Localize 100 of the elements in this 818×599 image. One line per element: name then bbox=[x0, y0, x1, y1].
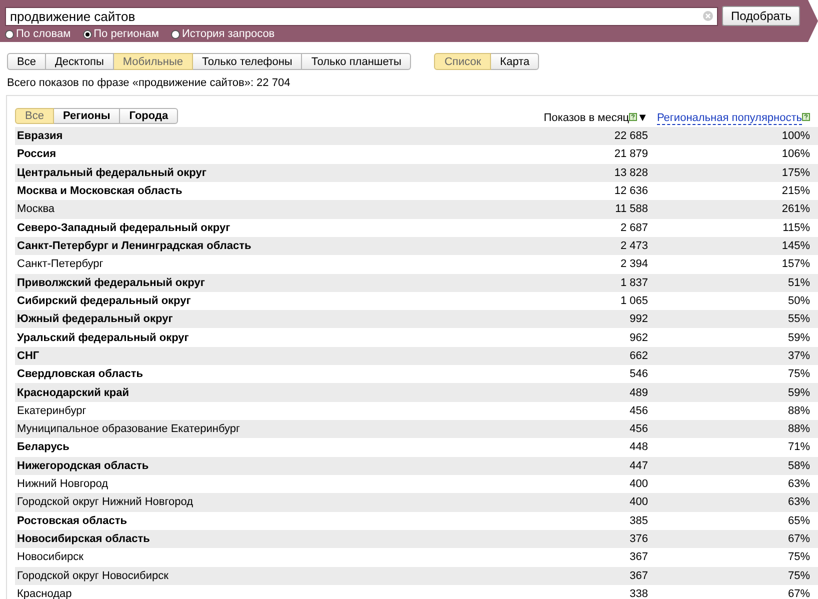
popularity-cell-text: 59% bbox=[786, 386, 811, 399]
column-header-link[interactable]: Региональная популярность bbox=[656, 112, 802, 125]
pick-button[interactable]: Подобрать bbox=[722, 6, 800, 26]
shows-cell-text: 400 bbox=[628, 496, 649, 508]
tab[interactable]: Все bbox=[7, 53, 46, 70]
tab[interactable]: Карта bbox=[491, 53, 540, 70]
shows-cell-text: 338 bbox=[628, 588, 649, 599]
region-name: Краснодарский край bbox=[17, 386, 130, 399]
popularity-cell-text: 55% bbox=[786, 313, 811, 326]
popularity-cell-text: 71% bbox=[786, 441, 811, 454]
shows-cell-text: 13 828 bbox=[613, 166, 649, 179]
popularity-cell-text: 215% bbox=[780, 185, 811, 198]
region-name: Евразия bbox=[17, 130, 64, 142]
shows-cell-text: 2 394 bbox=[619, 258, 649, 270]
region-name: Южный федеральный округ bbox=[17, 313, 174, 326]
region-name: Россия bbox=[17, 148, 58, 160]
shows-cell-text: 1 065 bbox=[619, 294, 649, 307]
region-name: Сибирский федеральный округ bbox=[17, 294, 192, 307]
popularity-cell-text: 58% bbox=[786, 460, 811, 472]
popularity-cell-text: 67% bbox=[786, 588, 811, 599]
popularity-cell-text: 175% bbox=[780, 166, 811, 179]
shows-cell-text: 546 bbox=[628, 368, 649, 380]
region-name: Санкт-Петербург bbox=[17, 258, 104, 270]
region-name: Городской округ Новосибирск bbox=[17, 570, 170, 582]
shows-cell-text: 11 588 bbox=[614, 203, 649, 216]
region-name: Москва и Московская область bbox=[17, 185, 184, 198]
popularity-cell-text: 67% bbox=[786, 533, 811, 546]
shows-cell-text: 12 636 bbox=[613, 185, 649, 198]
popularity-cell-text: 75% bbox=[786, 551, 811, 564]
tab[interactable]: Города bbox=[120, 108, 178, 124]
region-name: Северо-Западный федеральный округ bbox=[17, 222, 232, 234]
region-name: Нижний Новгород bbox=[17, 478, 110, 490]
region-name: Муниципальное образование Екатеринбург bbox=[17, 423, 242, 436]
popularity-cell-text: 115% bbox=[782, 222, 811, 234]
radio-button[interactable] bbox=[5, 30, 14, 38]
sort-indicator[interactable]: ▼ bbox=[637, 112, 648, 124]
popularity-cell-text: 63% bbox=[786, 478, 811, 490]
popularity-cell-text: 65% bbox=[786, 514, 811, 527]
radio-label[interactable]: По словам bbox=[16, 28, 71, 40]
region-name: Нижегородская область bbox=[17, 460, 150, 472]
tab[interactable]: Десктопы bbox=[46, 53, 114, 70]
tab[interactable]: Регионы bbox=[54, 108, 120, 124]
shows-cell-text: 367 bbox=[628, 551, 649, 564]
shows-cell-text: 962 bbox=[628, 332, 649, 344]
shows-cell-text: 1 837 bbox=[619, 276, 649, 289]
shows-cell-text: 447 bbox=[628, 460, 649, 472]
shows-cell-text: 22 685 bbox=[613, 130, 649, 142]
shows-cell-text: 385 bbox=[628, 514, 649, 527]
region-name: Центральный федеральный округ bbox=[17, 166, 208, 179]
region-name: Санкт-Петербург и Ленинградская область bbox=[17, 240, 252, 252]
popularity-cell-text: 75% bbox=[786, 368, 811, 380]
popularity-cell-text: 75% bbox=[786, 570, 811, 582]
region-name: СНГ bbox=[17, 350, 40, 362]
region-name: Новосибирская область bbox=[17, 533, 151, 546]
region-name: Свердловская область bbox=[17, 368, 144, 380]
shows-cell-text: 456 bbox=[628, 404, 649, 417]
shows-cell-text: 662 bbox=[628, 350, 649, 362]
help-icon[interactable] bbox=[629, 113, 638, 121]
shows-cell-text: 448 bbox=[628, 441, 649, 454]
shows-cell-text: 456 bbox=[628, 423, 649, 436]
popularity-cell-text: 261% bbox=[780, 203, 811, 216]
popularity-cell-text: 88% bbox=[786, 423, 811, 436]
region-name: Москва bbox=[17, 203, 56, 216]
region-name: Городской округ Нижний Новгород bbox=[17, 496, 194, 508]
region-name: Новосибирск bbox=[17, 551, 84, 564]
shows-cell-text: 489 bbox=[628, 386, 649, 399]
tab[interactable]: Мобильные bbox=[114, 53, 193, 70]
radio-button[interactable] bbox=[82, 30, 92, 38]
region-name: Ростовская область bbox=[17, 514, 128, 527]
shows-cell-text: 992 bbox=[628, 313, 649, 326]
tab[interactable]: Все bbox=[15, 108, 54, 124]
popularity-cell-text: 63% bbox=[786, 496, 811, 508]
shows-cell-text: 2 473 bbox=[619, 240, 649, 252]
popularity-cell-text: 100% bbox=[780, 130, 811, 142]
region-name: Приволжский федеральный округ bbox=[17, 276, 206, 289]
shows-cell-text: 21 879 bbox=[613, 148, 649, 160]
tab[interactable]: Список bbox=[434, 53, 492, 70]
popularity-cell-text: 145% bbox=[780, 240, 811, 252]
shows-cell-text: 400 bbox=[628, 478, 649, 490]
help-icon[interactable] bbox=[802, 113, 810, 121]
column-header[interactable]: Показов в месяц bbox=[544, 112, 630, 124]
region-name: Беларусь bbox=[17, 441, 70, 454]
popularity-cell-text: 106% bbox=[780, 148, 811, 160]
region-name: Уральский федеральный округ bbox=[17, 332, 190, 344]
radio-label[interactable]: История запросов bbox=[182, 28, 275, 40]
radio-button[interactable] bbox=[171, 30, 180, 38]
popularity-cell-text: 88% bbox=[786, 404, 811, 417]
popularity-cell-text: 157% bbox=[780, 258, 811, 270]
tab[interactable]: Только планшеты bbox=[302, 53, 412, 70]
popularity-cell-text: 51% bbox=[786, 276, 811, 289]
region-name: Краснодар bbox=[17, 588, 73, 599]
search-field[interactable]: продвижение сайтов bbox=[5, 6, 718, 26]
region-name: Екатеринбург bbox=[17, 404, 88, 417]
shows-cell-text: 367 bbox=[628, 570, 649, 582]
shows-cell-text: 376 bbox=[628, 533, 649, 546]
tab[interactable]: Только телефоны bbox=[192, 53, 302, 70]
popularity-cell-text: 37% bbox=[786, 350, 811, 362]
radio-label[interactable]: По регионам bbox=[94, 28, 159, 40]
popularity-cell-text: 59% bbox=[786, 332, 811, 344]
popularity-cell-text: 50% bbox=[786, 294, 811, 307]
